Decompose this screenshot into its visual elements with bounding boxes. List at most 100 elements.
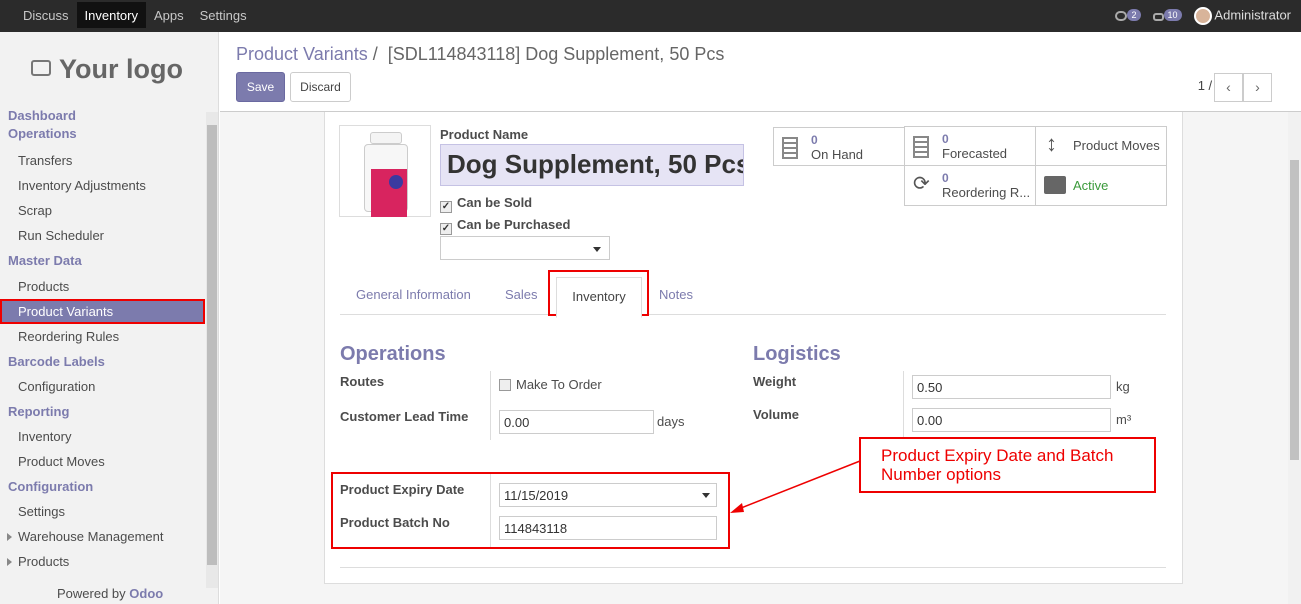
make-to-order-label: Make To Order	[516, 377, 602, 392]
activity-icon	[1152, 12, 1164, 21]
sheet-divider	[340, 567, 1166, 568]
sidebar-item-products[interactable]: Products	[0, 274, 205, 299]
logistics-heading: Logistics	[753, 343, 841, 365]
product-moves-button[interactable]: ↕ Product Moves	[1035, 126, 1167, 166]
sidebar-section-master-data[interactable]: Master Data	[0, 252, 205, 270]
user-name: Administrator	[1214, 7, 1291, 23]
powered-by-text: Powered by	[57, 586, 126, 601]
on-hand-button[interactable]: 0 On Hand	[773, 127, 905, 166]
chat-count-badge: 2	[1127, 8, 1141, 21]
product-name-input[interactable]: Dog Supplement, 50 Pcs	[440, 144, 744, 186]
sidebar-item-reordering-rules[interactable]: Reordering Rules	[0, 324, 205, 349]
activity-button[interactable]: 10	[1152, 8, 1182, 24]
can-be-purchased-field[interactable]: ✓ Can be Purchased	[440, 217, 570, 235]
building-icon	[913, 136, 929, 158]
systray: 2 10 Administrator	[1115, 0, 1291, 32]
sidebar-item-products-config[interactable]: Products	[0, 549, 205, 574]
breadcrumb-current: [SDL114843118] Dog Supplement, 50 Pcs	[387, 44, 725, 64]
powered-by: Powered by Odoo	[57, 586, 163, 601]
notebook-tabs: General Information Sales Inventory Note…	[340, 270, 1166, 318]
sidebar-item-warehouse-management[interactable]: Warehouse Management	[0, 524, 205, 549]
tab-sales[interactable]: Sales	[505, 287, 538, 302]
content-scrollbar-thumb[interactable]	[1290, 160, 1299, 460]
can-be-purchased-checkbox[interactable]: ✓	[440, 223, 452, 235]
activity-count-badge: 10	[1163, 8, 1182, 21]
make-to-order-checkbox[interactable]	[499, 379, 511, 391]
menu-apps[interactable]: Apps	[146, 2, 192, 28]
sidebar-section-configuration[interactable]: Configuration	[0, 478, 205, 496]
app-menu: Discuss Inventory Apps Settings	[15, 0, 255, 32]
odoo-link[interactable]: Odoo	[129, 586, 163, 601]
forecasted-label: Forecasted	[942, 146, 1008, 161]
on-hand-value: 0	[811, 133, 818, 147]
weight-label: Weight	[753, 374, 797, 389]
expiry-batch-highlight-box	[331, 472, 730, 549]
breadcrumb-product-variants[interactable]: Product Variants	[236, 44, 368, 64]
customer-lead-time-label: Customer Lead Time	[340, 409, 469, 424]
operations-heading: Operations	[340, 343, 446, 365]
volume-input[interactable]: 0.00	[912, 408, 1111, 432]
sidebar: Your logo Dashboard Operations Transfers…	[0, 32, 219, 604]
menu-discuss[interactable]: Discuss	[15, 2, 77, 28]
chat-button[interactable]: 2	[1115, 8, 1141, 24]
customer-lead-time-input[interactable]: 0.00	[499, 410, 654, 434]
sidebar-item-product-moves[interactable]: Product Moves	[0, 449, 205, 474]
weight-unit: kg	[1116, 379, 1130, 394]
pager-previous-button[interactable]: ‹	[1214, 73, 1243, 102]
pager-next-button[interactable]: ›	[1243, 73, 1272, 102]
sidebar-section-dashboard-operations[interactable]: Dashboard Operations	[0, 107, 90, 143]
tab-inventory-highlight: Inventory	[548, 270, 649, 318]
volume-label: Volume	[753, 407, 799, 422]
sidebar-section-reporting[interactable]: Reporting	[0, 403, 205, 421]
forecasted-value: 0	[942, 132, 949, 146]
sidebar-item-inventory-adjustments[interactable]: Inventory Adjustments	[0, 173, 205, 198]
user-menu[interactable]: Administrator	[1193, 7, 1291, 25]
sidebar-item-product-variants[interactable]: Product Variants	[0, 299, 205, 324]
product-name-label: Product Name	[440, 127, 529, 142]
reordering-value: 0	[942, 171, 949, 185]
product-image[interactable]	[339, 125, 431, 217]
product-type-select[interactable]	[440, 236, 610, 260]
sidebar-item-transfers[interactable]: Transfers	[0, 148, 205, 173]
sidebar-item-settings[interactable]: Settings	[0, 499, 205, 524]
chat-icon	[1115, 10, 1128, 21]
forecasted-button[interactable]: 0 Forecasted	[904, 126, 1036, 166]
sidebar-item-scrap[interactable]: Scrap	[0, 198, 205, 223]
sidebar-scrollbar[interactable]	[206, 112, 218, 588]
sidebar-item-run-scheduler[interactable]: Run Scheduler	[0, 223, 205, 248]
sidebar-item-inventory[interactable]: Inventory	[0, 424, 205, 449]
volume-unit: m³	[1116, 412, 1132, 427]
reordering-rules-button[interactable]: ⟳ 0 Reordering R...	[904, 165, 1036, 206]
product-moves-label: Product Moves	[1073, 138, 1160, 153]
tab-general-information[interactable]: General Information	[356, 287, 471, 302]
tab-notes[interactable]: Notes	[659, 287, 693, 302]
sidebar-section-barcode-labels[interactable]: Barcode Labels	[0, 353, 205, 371]
annotation-callout: Product Expiry Date and Batch Number opt…	[859, 437, 1156, 493]
menu-settings[interactable]: Settings	[192, 2, 255, 28]
active-toggle-button[interactable]: Active	[1035, 165, 1167, 206]
active-label: Active	[1073, 178, 1109, 193]
can-be-sold-checkbox[interactable]: ✓	[440, 201, 452, 213]
product-bottle-picture	[362, 132, 410, 217]
sidebar-scrollbar-thumb[interactable]	[207, 125, 217, 565]
make-to-order-field[interactable]: Make To Order	[499, 377, 602, 392]
archive-icon	[1044, 176, 1066, 194]
refresh-icon: ⟳	[913, 173, 930, 195]
building-icon	[782, 137, 798, 159]
can-be-purchased-label: Can be Purchased	[457, 217, 571, 232]
menu-inventory[interactable]: Inventory	[76, 2, 146, 28]
can-be-sold-field[interactable]: ✓ Can be Sold	[440, 195, 532, 213]
reordering-label: Reordering R...	[942, 185, 1031, 200]
top-navbar: Discuss Inventory Apps Settings 2 10 Adm…	[0, 0, 1301, 32]
camera-icon	[31, 60, 51, 76]
save-button[interactable]: Save	[236, 72, 285, 102]
routes-label: Routes	[340, 374, 385, 389]
control-panel: Product Variants / [SDL114843118] Dog Su…	[220, 32, 1301, 112]
discard-button[interactable]: Discard	[290, 72, 351, 102]
weight-input[interactable]: 0.50	[912, 375, 1111, 399]
can-be-sold-label: Can be Sold	[457, 195, 533, 210]
tab-inventory[interactable]: Inventory	[556, 277, 642, 318]
logo-text: Your logo	[59, 54, 183, 84]
sidebar-item-configuration[interactable]: Configuration	[0, 374, 205, 399]
content-scrollbar[interactable]	[1288, 112, 1301, 604]
